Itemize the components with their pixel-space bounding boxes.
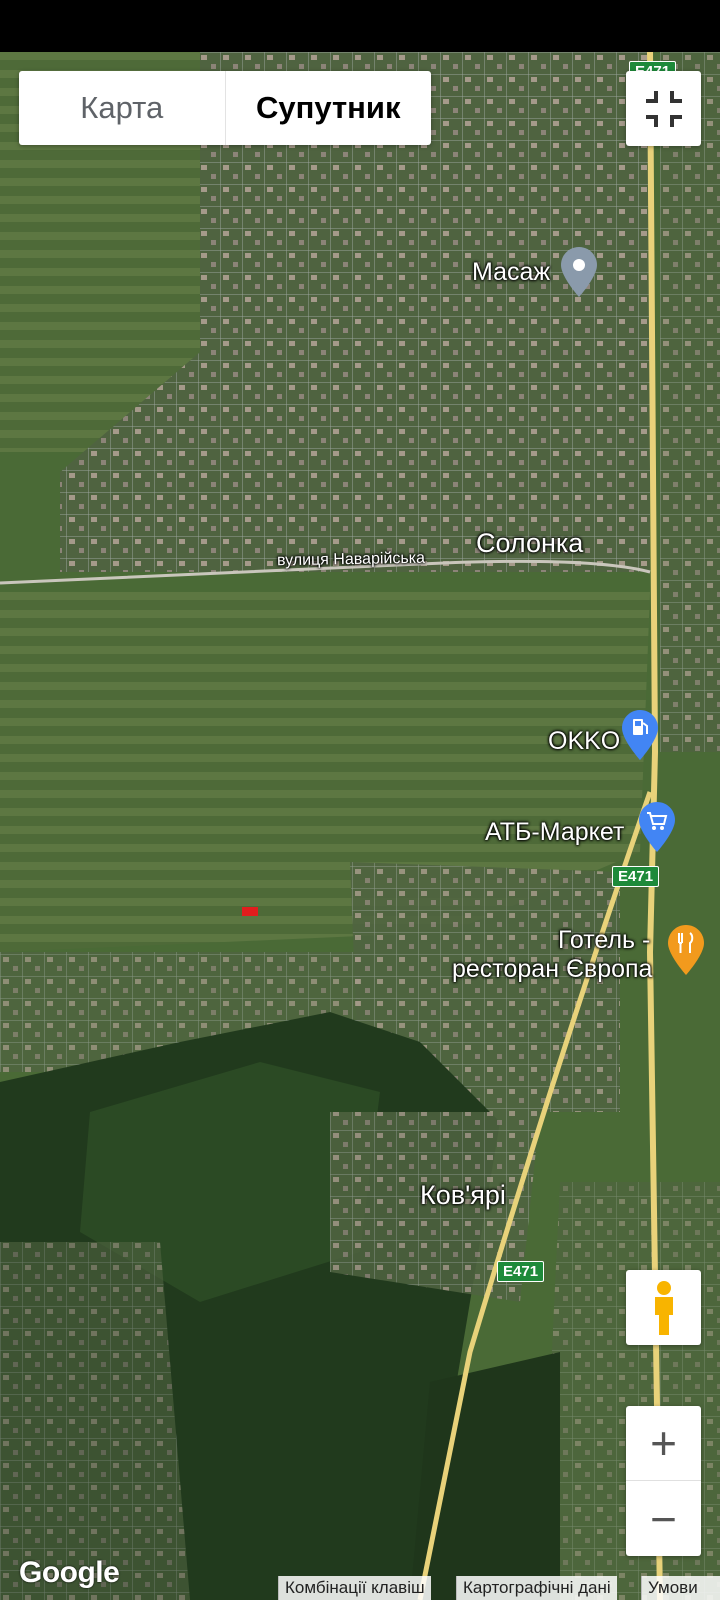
status-bar [0, 0, 720, 52]
map-view-button[interactable]: Карта [19, 71, 225, 145]
exit-fullscreen-button[interactable] [626, 71, 701, 146]
pegman-icon [654, 1280, 673, 1335]
street-label: вулиця Наварійська [276, 549, 426, 570]
road-shield-e471-middle: E471 [612, 866, 660, 887]
zoom-out-button[interactable]: − [626, 1481, 701, 1556]
keyboard-shortcuts-link[interactable]: Комбінації клавіш [278, 1576, 431, 1600]
terms-link[interactable]: Умови [641, 1576, 720, 1600]
poi-massage-label[interactable]: Масаж [472, 258, 550, 287]
satellite-view-button[interactable]: Супутник [224, 71, 432, 145]
google-logo: Google [19, 1556, 120, 1589]
map-data-link[interactable]: Картографічні дані [456, 1576, 617, 1600]
zoom-in-button[interactable]: + [626, 1406, 701, 1481]
gas-station-icon[interactable] [622, 710, 658, 765]
shopping-cart-icon[interactable] [639, 802, 675, 857]
poi-hotel-label-1[interactable]: Готель - [558, 926, 650, 955]
exit-fullscreen-icon [645, 90, 682, 127]
zoom-control: + − [626, 1406, 701, 1556]
street-view-pegman-button[interactable] [626, 1270, 701, 1345]
pin-icon[interactable] [561, 247, 597, 302]
village-label-kovyari: Ков'ярі [420, 1180, 506, 1210]
restaurant-icon[interactable] [668, 925, 704, 980]
road-shield-e471-bottom: E471 [497, 1261, 545, 1282]
poi-hotel-label-2[interactable]: ресторан Європа [452, 955, 652, 984]
poi-atb-label[interactable]: АТБ-Маркет [485, 818, 624, 847]
poi-okko-label[interactable]: OKKO [548, 727, 620, 756]
map-view[interactable]: Масаж Солонка вулиця Наварійська OKKO АТ… [0, 52, 720, 1600]
village-label-solonka: Солонка [476, 528, 584, 558]
map-type-toggle: Карта Супутник [19, 71, 431, 145]
